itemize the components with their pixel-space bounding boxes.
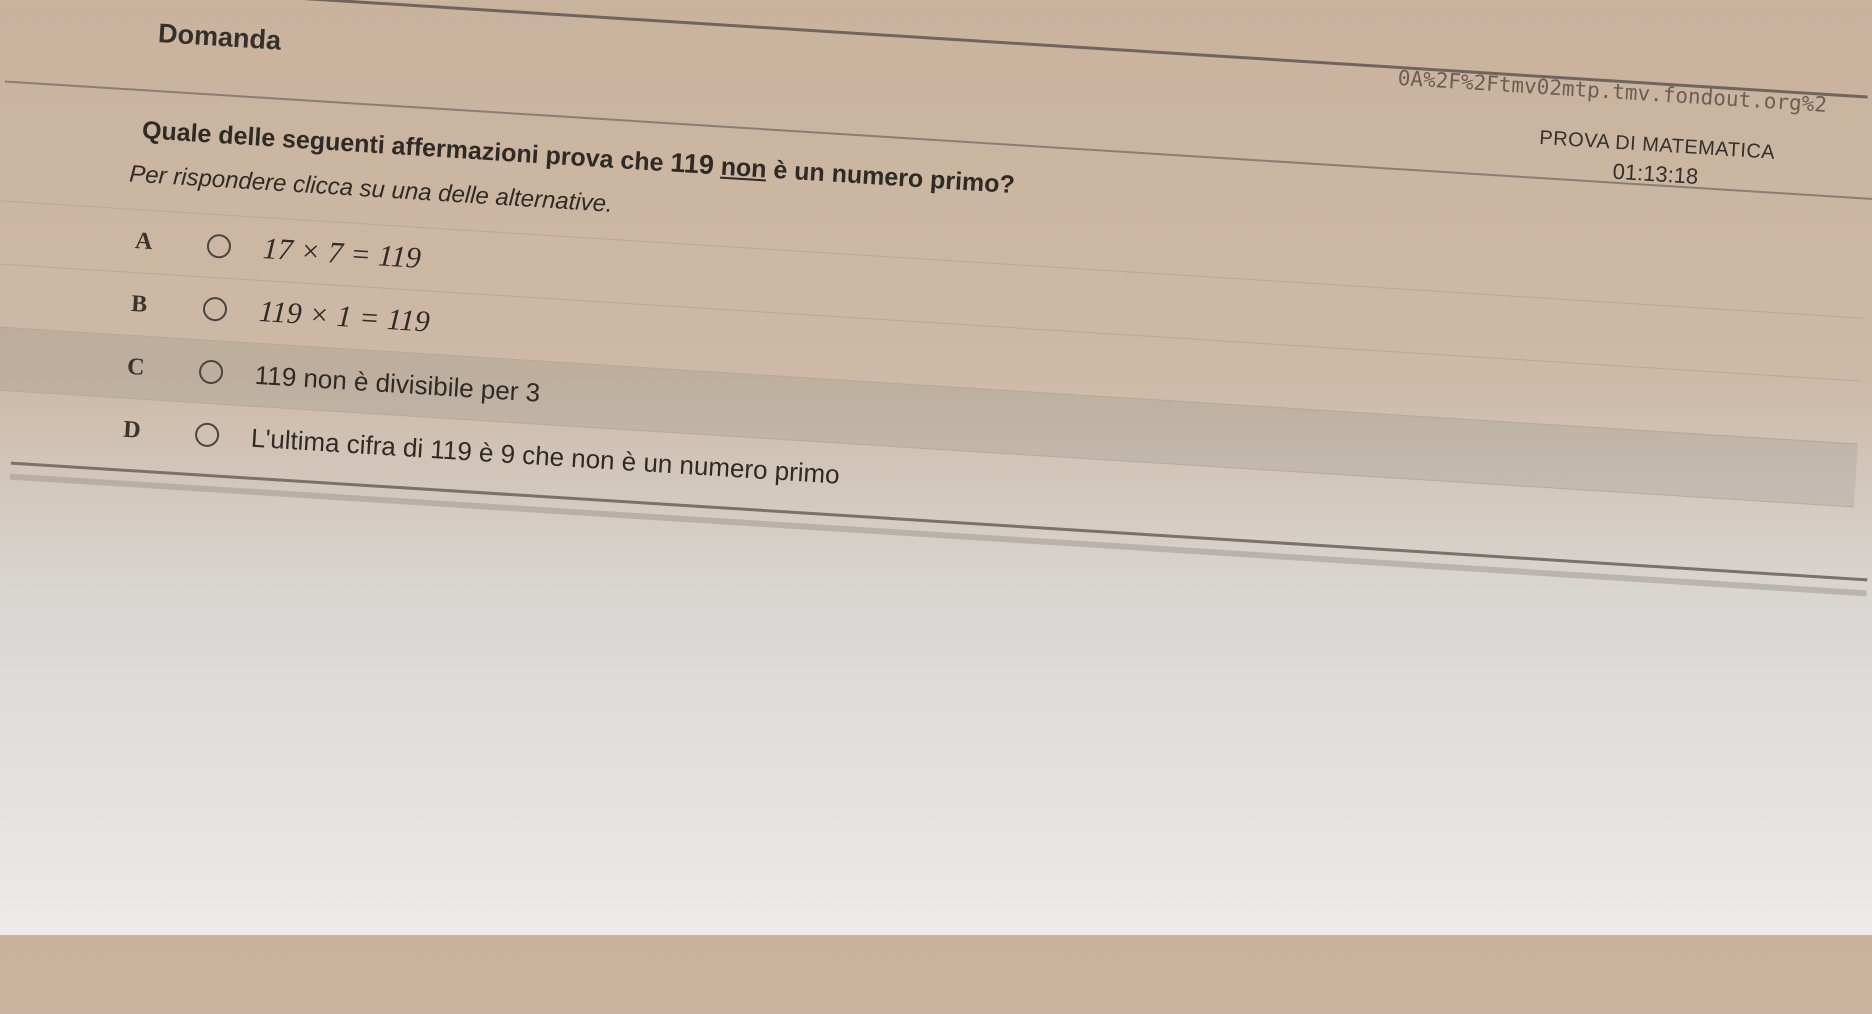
option-text: 119 × 1 = 119 <box>257 294 431 339</box>
radio-button[interactable] <box>198 359 224 385</box>
page-title: Domanda <box>157 18 282 56</box>
question-suffix: è un numero primo? <box>772 155 1016 200</box>
option-text: 119 non è divisibile per 3 <box>254 359 542 408</box>
radio-button[interactable] <box>206 233 232 259</box>
option-letter: D <box>122 416 142 444</box>
option-letter: A <box>134 227 154 255</box>
option-letter: C <box>126 353 146 381</box>
option-text: 17 × 7 = 119 <box>261 232 422 275</box>
question-number: 119 <box>669 147 715 181</box>
question-emphasis: non <box>719 152 768 184</box>
exam-page: 0A%2F%2Ftmv02mtp.tmv.fondout.org%2 Doman… <box>0 0 1872 1011</box>
answer-options: A 17 × 7 = 119 B 119 × 1 = 119 C 119 non… <box>0 200 1866 570</box>
address-bar[interactable]: 0A%2F%2Ftmv02mtp.tmv.fondout.org%2 <box>1396 66 1872 133</box>
radio-button[interactable] <box>202 296 228 322</box>
radio-button[interactable] <box>194 422 220 448</box>
option-letter: B <box>130 290 149 318</box>
